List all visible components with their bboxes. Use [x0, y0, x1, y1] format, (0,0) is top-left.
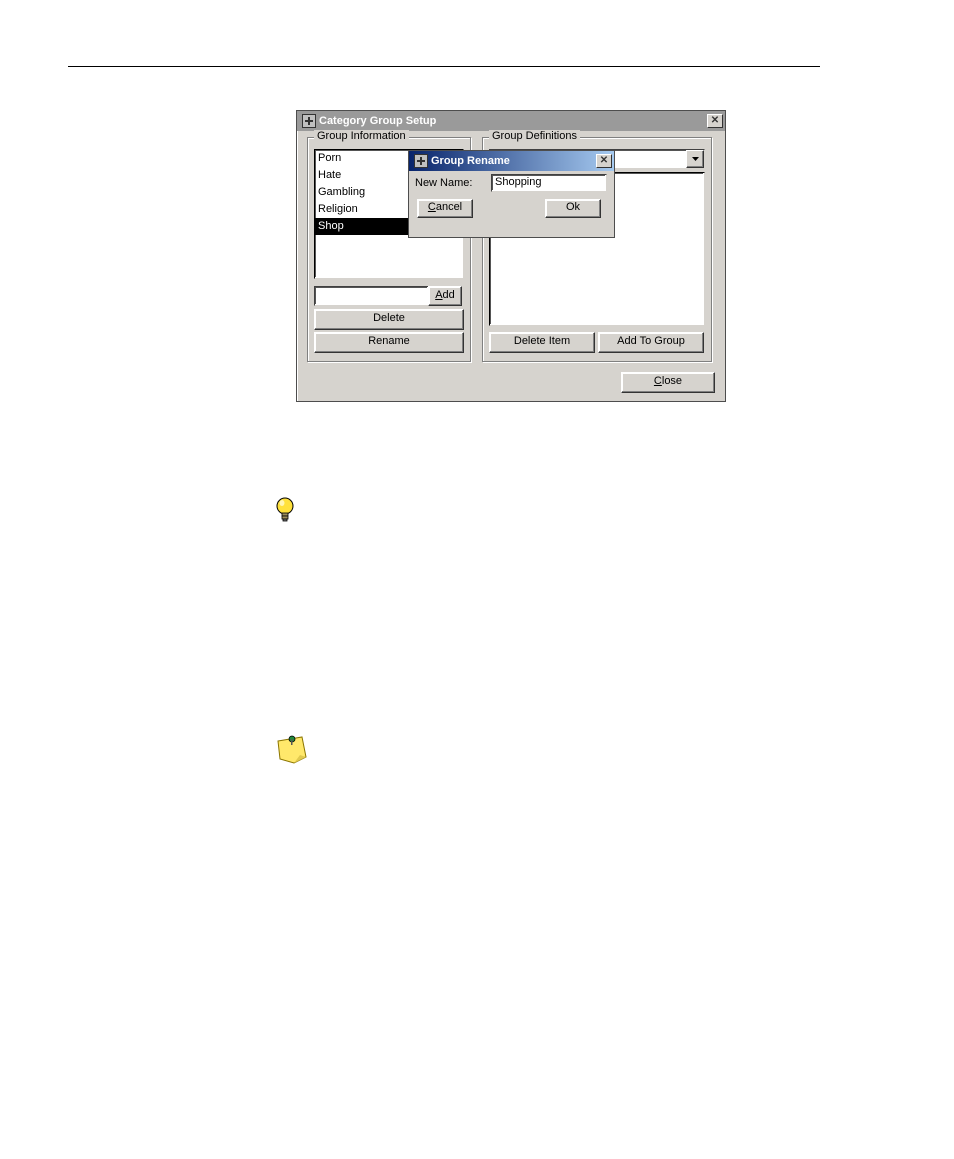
lightbulb-icon: [274, 496, 296, 526]
new-name-input[interactable]: Shopping: [491, 174, 607, 192]
horizontal-divider: [68, 66, 820, 67]
group-information-legend: Group Information: [314, 130, 409, 142]
new-group-input[interactable]: [314, 286, 428, 306]
close-icon[interactable]: ✕: [596, 154, 612, 168]
window-system-icon: [302, 114, 316, 128]
delete-button[interactable]: Delete: [314, 309, 464, 330]
window-system-icon: [414, 154, 428, 168]
add-button[interactable]: Add: [428, 286, 462, 306]
window-title: Category Group Setup: [319, 115, 707, 127]
group-definitions-legend: Group Definitions: [489, 130, 580, 142]
delete-item-button[interactable]: Delete Item: [489, 332, 595, 353]
rename-dialog-title: Group Rename: [431, 155, 596, 167]
add-to-group-button[interactable]: Add To Group: [598, 332, 704, 353]
group-rename-dialog: Group Rename ✕ New Name: Shopping Cancel…: [408, 150, 615, 238]
cancel-button[interactable]: Cancel: [417, 199, 473, 218]
close-button[interactable]: Close: [621, 372, 715, 393]
sticky-note-icon: [274, 733, 310, 765]
chevron-down-icon[interactable]: [686, 150, 704, 168]
rename-button[interactable]: Rename: [314, 332, 464, 353]
titlebar-main[interactable]: Category Group Setup ✕: [297, 111, 725, 131]
new-name-label: New Name:: [415, 177, 472, 189]
titlebar-rename[interactable]: Group Rename ✕: [409, 151, 614, 171]
ok-button[interactable]: Ok: [545, 199, 601, 218]
close-icon[interactable]: ✕: [707, 114, 723, 128]
